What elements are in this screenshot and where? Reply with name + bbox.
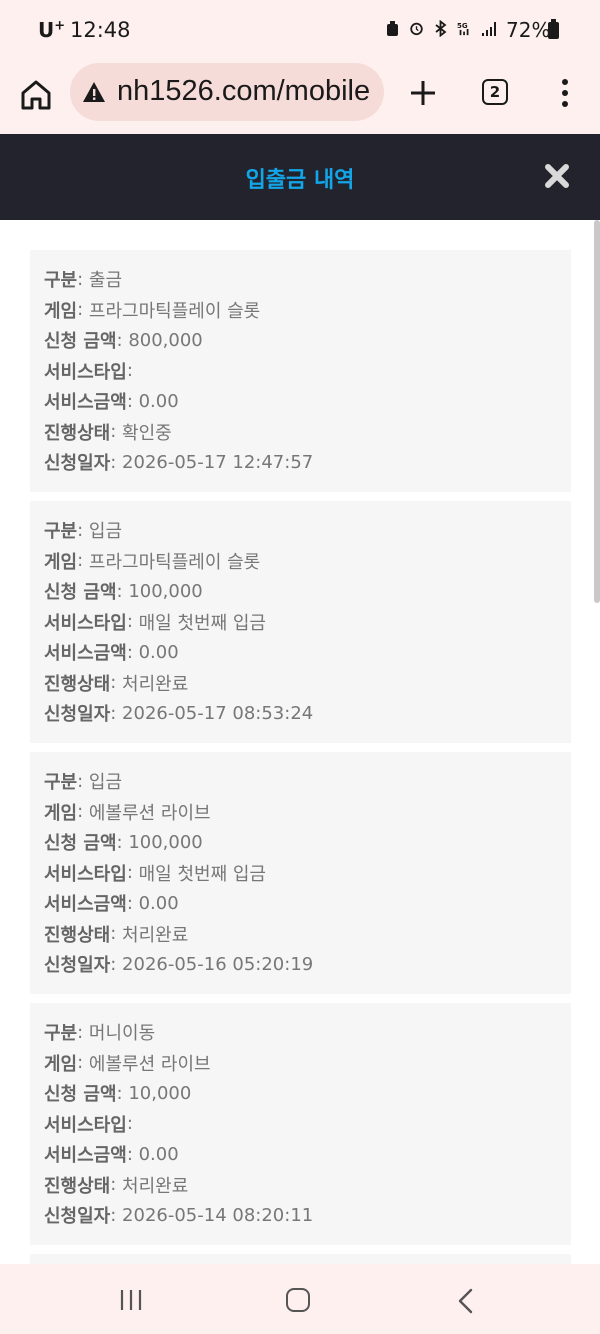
svg-text:5G: 5G: [457, 21, 468, 30]
nav-home-icon[interactable]: [286, 1288, 310, 1312]
type-row: 구분: 머니이동: [44, 1021, 156, 1045]
status-bar: U+ 12:48 5G 72%: [0, 0, 600, 60]
carrier-label: U+: [38, 18, 66, 42]
battery-percent: 72%: [506, 18, 551, 42]
type-row: 구분: 입금: [44, 770, 123, 794]
service-type-row: 서비스타입:: [44, 360, 139, 383]
close-icon[interactable]: [544, 163, 570, 189]
signal-icon: [482, 22, 496, 36]
plus-icon[interactable]: [406, 76, 440, 110]
clock: 12:48: [70, 18, 131, 42]
5g-icon: 5G: [457, 21, 469, 36]
home-icon[interactable]: [18, 77, 54, 113]
modal-header: 입출금 내역: [0, 134, 600, 220]
service-amount-row: 서비스금액: 0.00: [44, 641, 179, 665]
transaction-card: 구분: 머니이동 게임: 에볼루션 라이브 신청 금액: 10,000 서비스타…: [30, 1003, 571, 1245]
modal-title: 입출금 내역: [245, 168, 355, 193]
warning-icon[interactable]: [82, 81, 106, 103]
alarm-icon: [410, 22, 423, 36]
recycle-icon: [387, 21, 398, 36]
game-row: 게임: 에볼루션 라이브: [44, 801, 211, 824]
service-amount-row: 서비스금액: 0.00: [44, 390, 179, 414]
url-text: nh1526.com/mobile: [117, 75, 371, 107]
amount-row: 신청 금액: 100,000: [44, 580, 203, 604]
amount-row: 신청 금액: 800,000: [44, 329, 203, 353]
transaction-card: 구분: 입금 게임: 에볼루션 라이브 신청 금액: 100,000 서비스타입…: [30, 752, 571, 994]
amount-row: 신청 금액: 100,000: [44, 831, 203, 855]
transaction-list[interactable]: 구분: 출금 게임: 프라그마틱플레이 슬롯 신청 금액: 800,000 서비…: [0, 220, 600, 1264]
service-type-row: 서비스타입: 매일 첫번째 입금: [44, 862, 266, 885]
game-row: 게임: 프라그마틱플레이 슬롯: [44, 299, 261, 322]
system-nav-bar: [0, 1264, 600, 1334]
status-row: 진행상태: 처리완료: [44, 672, 189, 695]
date-row: 신청일자: 2026-05-16 05:20:19: [44, 953, 314, 977]
type-row: 구분: 입금: [44, 519, 123, 543]
game-row: 게임: 프라그마틱플레이 슬롯: [44, 550, 261, 573]
service-type-row: 서비스타입:: [44, 1113, 139, 1136]
recent-apps-icon[interactable]: [118, 1289, 144, 1311]
status-icons: 5G: [385, 20, 496, 37]
transaction-card-partial: [30, 1254, 571, 1264]
game-row: 게임: 에볼루션 라이브: [44, 1052, 211, 1075]
date-row: 신청일자: 2026-05-17 08:53:24: [44, 702, 314, 726]
amount-row: 신청 금액: 10,000: [44, 1082, 192, 1106]
tab-switcher-button[interactable]: 2: [482, 79, 508, 105]
transaction-card: 구분: 출금 게임: 프라그마틱플레이 슬롯 신청 금액: 800,000 서비…: [30, 250, 571, 492]
service-amount-row: 서비스금액: 0.00: [44, 1143, 179, 1167]
bluetooth-icon: [435, 20, 447, 37]
status-row: 진행상태: 확인중: [44, 421, 172, 444]
service-amount-row: 서비스금액: 0.00: [44, 892, 179, 916]
more-vert-icon[interactable]: [555, 76, 575, 110]
transaction-card: 구분: 입금 게임: 프라그마틱플레이 슬롯 신청 금액: 100,000 서비…: [30, 501, 571, 743]
service-type-row: 서비스타입: 매일 첫번째 입금: [44, 611, 266, 634]
status-row: 진행상태: 처리완료: [44, 923, 189, 946]
scrollbar[interactable]: [594, 220, 600, 603]
status-row: 진행상태: 처리완료: [44, 1174, 189, 1197]
date-row: 신청일자: 2026-05-17 12:47:57: [44, 451, 314, 475]
browser-toolbar: nh1526.com/mobile 2: [0, 60, 600, 134]
type-row: 구분: 출금: [44, 268, 123, 292]
date-row: 신청일자: 2026-05-14 08:20:11: [44, 1204, 314, 1228]
battery-icon: [548, 19, 559, 39]
back-icon[interactable]: [456, 1288, 476, 1314]
address-bar[interactable]: nh1526.com/mobile: [70, 63, 384, 121]
